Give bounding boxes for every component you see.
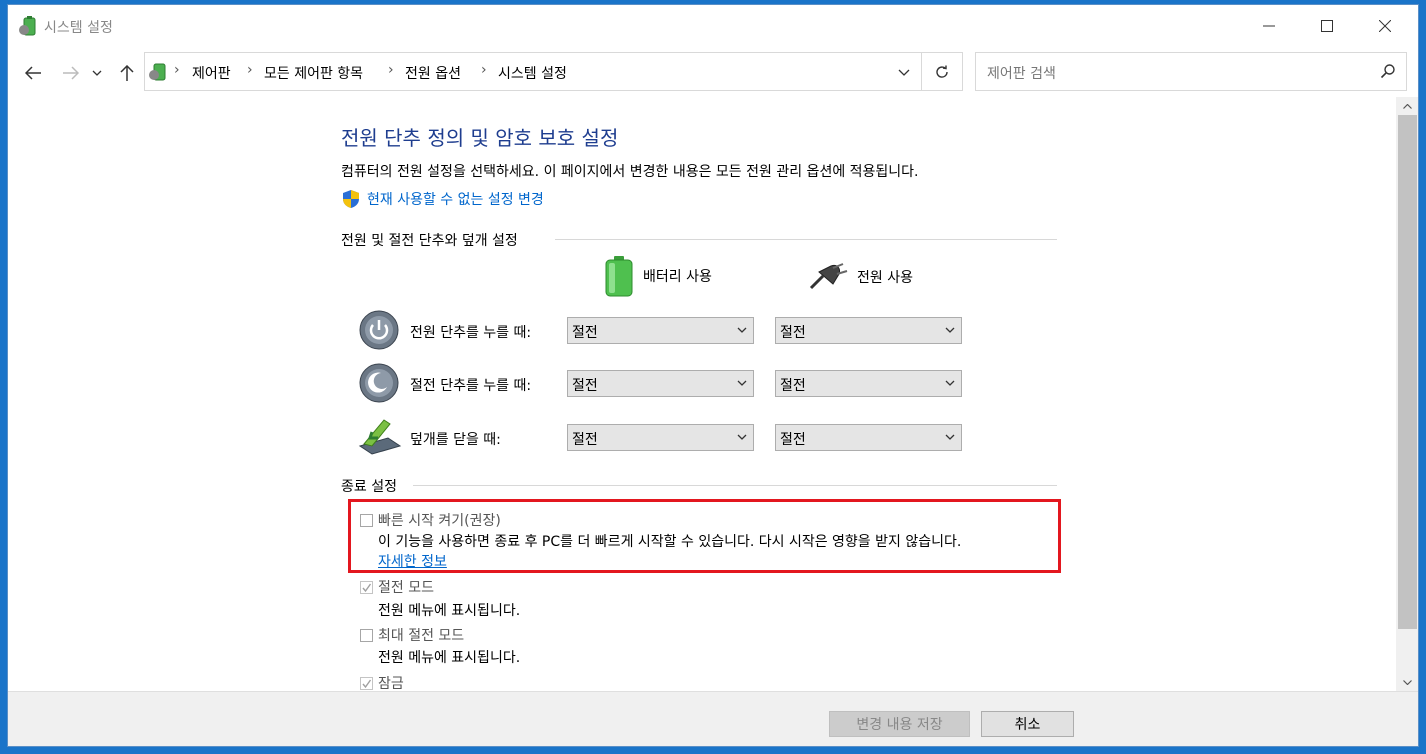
power-button-plugged-select[interactable]: 절전 <box>775 317 962 344</box>
sleep-button-icon <box>359 363 399 403</box>
sleep-button-plugged-select[interactable]: 절전 <box>775 370 962 397</box>
close-icon <box>1379 20 1391 32</box>
breadcrumb-separator-icon: › <box>247 62 253 78</box>
section-divider <box>413 485 1057 486</box>
minimize-button[interactable] <box>1240 5 1298 47</box>
select-value: 절전 <box>572 325 598 341</box>
chevron-down-icon <box>898 69 910 76</box>
search-icon <box>1380 64 1395 79</box>
chevron-down-icon <box>737 327 747 333</box>
lid-close-label: 덮개를 닫을 때: <box>410 432 501 448</box>
footer-bar: 변경 내용 저장 취소 <box>8 691 1418 746</box>
select-value: 절전 <box>572 378 598 394</box>
close-button[interactable] <box>1356 5 1414 47</box>
back-arrow-icon <box>25 66 41 80</box>
breadcrumb-control-panel[interactable]: 제어판 <box>192 63 231 83</box>
uac-link-label: 현재 사용할 수 없는 설정 변경 <box>367 192 544 208</box>
lid-close-plugged-select[interactable]: 절전 <box>775 424 962 451</box>
scroll-up-button[interactable] <box>1396 97 1418 115</box>
recent-locations-button[interactable] <box>89 60 105 86</box>
plugged-label: 전원 사용 <box>857 270 913 286</box>
uac-shield-icon <box>343 190 359 208</box>
lid-close-battery-select[interactable]: 절전 <box>567 424 754 451</box>
select-value: 절전 <box>572 432 598 448</box>
hibernate-title: 최대 절전 모드 <box>378 628 465 644</box>
main-content: 전원 단추 정의 및 암호 보호 설정 컴퓨터의 전원 설정을 선택하세요. 이… <box>8 97 1396 691</box>
chevron-down-icon <box>737 434 747 440</box>
select-value: 절전 <box>780 378 806 394</box>
section-divider <box>555 239 1057 240</box>
power-button-label: 전원 단추를 누를 때: <box>410 325 532 341</box>
refresh-button[interactable] <box>922 52 963 91</box>
address-history-button[interactable] <box>895 63 913 81</box>
forward-arrow-icon <box>63 66 79 80</box>
minimize-icon <box>1263 25 1275 27</box>
breadcrumb-separator-icon: › <box>481 62 487 78</box>
sleep-mode-description: 전원 메뉴에 표시됩니다. <box>378 603 521 619</box>
title-bar: 시스템 설정 <box>8 5 1418 47</box>
control-panel-icon <box>149 63 166 81</box>
breadcrumb-all-items[interactable]: 모든 제어판 항목 <box>264 63 363 83</box>
up-button[interactable] <box>114 60 140 86</box>
sleep-button-label: 절전 단추를 누를 때: <box>410 378 532 394</box>
chevron-up-icon <box>1403 103 1412 109</box>
select-value: 절전 <box>780 432 806 448</box>
page-description: 컴퓨터의 전원 설정을 선택하세요. 이 페이지에서 변경한 내용은 모든 전원… <box>341 164 919 180</box>
column-header-battery: 배터리 사용 <box>603 255 712 297</box>
chevron-down-icon <box>737 380 747 386</box>
maximize-icon <box>1321 20 1333 32</box>
section-title-buttons: 전원 및 절전 단추와 덮개 설정 <box>341 233 518 249</box>
lock-title: 잠금 <box>378 676 404 691</box>
hibernate-description: 전원 메뉴에 표시됩니다. <box>378 650 521 666</box>
navigation-bar: › 제어판 › 모든 제어판 항목 › 전원 옵션 › 시스템 설정 제어판 검… <box>8 47 1418 97</box>
fast-startup-description: 이 기능을 사용하면 종료 후 PC를 더 빠르게 시작할 수 있습니다. 다시… <box>378 534 962 550</box>
checkmark-icon <box>362 583 372 593</box>
fast-startup-checkbox[interactable] <box>360 514 373 527</box>
scroll-thumb[interactable] <box>1398 115 1417 629</box>
power-options-icon <box>19 16 36 36</box>
scroll-down-button[interactable] <box>1396 673 1418 691</box>
forward-button[interactable] <box>58 60 84 86</box>
section-title-shutdown: 종료 설정 <box>341 479 397 495</box>
search-box[interactable]: 제어판 검색 <box>975 52 1407 91</box>
breadcrumb-power-options[interactable]: 전원 옵션 <box>405 63 461 83</box>
window-title: 시스템 설정 <box>44 20 113 36</box>
hibernate-checkbox[interactable] <box>360 629 373 642</box>
system-settings-window: 시스템 설정 › 제어판 › 모든 제어판 항목 › 전원 옵션 › 시스템 설… <box>7 4 1419 747</box>
power-button-battery-select[interactable]: 절전 <box>567 317 754 344</box>
breadcrumb-separator-icon: › <box>174 62 180 78</box>
battery-icon <box>605 256 633 297</box>
maximize-button[interactable] <box>1298 5 1356 47</box>
up-arrow-icon <box>120 65 134 81</box>
breadcrumb-system-settings[interactable]: 시스템 설정 <box>498 63 567 83</box>
cancel-button[interactable]: 취소 <box>981 711 1074 737</box>
chevron-down-icon <box>1403 679 1412 685</box>
select-value: 절전 <box>780 325 806 341</box>
address-bar[interactable]: › 제어판 › 모든 제어판 항목 › 전원 옵션 › 시스템 설정 <box>144 52 922 91</box>
search-placeholder: 제어판 검색 <box>987 66 1056 82</box>
back-button[interactable] <box>20 60 46 86</box>
chevron-down-icon <box>945 327 955 333</box>
sleep-mode-title: 절전 모드 <box>378 580 434 596</box>
fast-startup-title: 빠른 시작 켜기(권장) <box>378 513 501 529</box>
refresh-icon <box>936 65 948 78</box>
column-header-plugged: 전원 사용 <box>807 262 913 292</box>
change-unavailable-settings-link[interactable]: 현재 사용할 수 없는 설정 변경 <box>341 189 544 209</box>
sleep-mode-checkbox[interactable] <box>360 581 373 594</box>
learn-more-link[interactable]: 자세한 정보 <box>378 551 447 571</box>
power-plug-icon <box>809 263 848 290</box>
vertical-scrollbar[interactable] <box>1396 97 1418 691</box>
chevron-down-icon <box>945 380 955 386</box>
breadcrumb-separator-icon: › <box>388 62 394 78</box>
sleep-button-battery-select[interactable]: 절전 <box>567 370 754 397</box>
chevron-down-icon <box>945 434 955 440</box>
laptop-lid-icon <box>358 419 402 455</box>
power-button-icon <box>359 310 399 350</box>
page-title: 전원 단추 정의 및 암호 보호 설정 <box>341 126 619 150</box>
chevron-down-icon <box>92 70 102 76</box>
checkmark-icon <box>362 679 372 689</box>
save-changes-button[interactable]: 변경 내용 저장 <box>829 711 970 737</box>
battery-label: 배터리 사용 <box>643 269 712 285</box>
lock-checkbox[interactable] <box>360 677 373 690</box>
